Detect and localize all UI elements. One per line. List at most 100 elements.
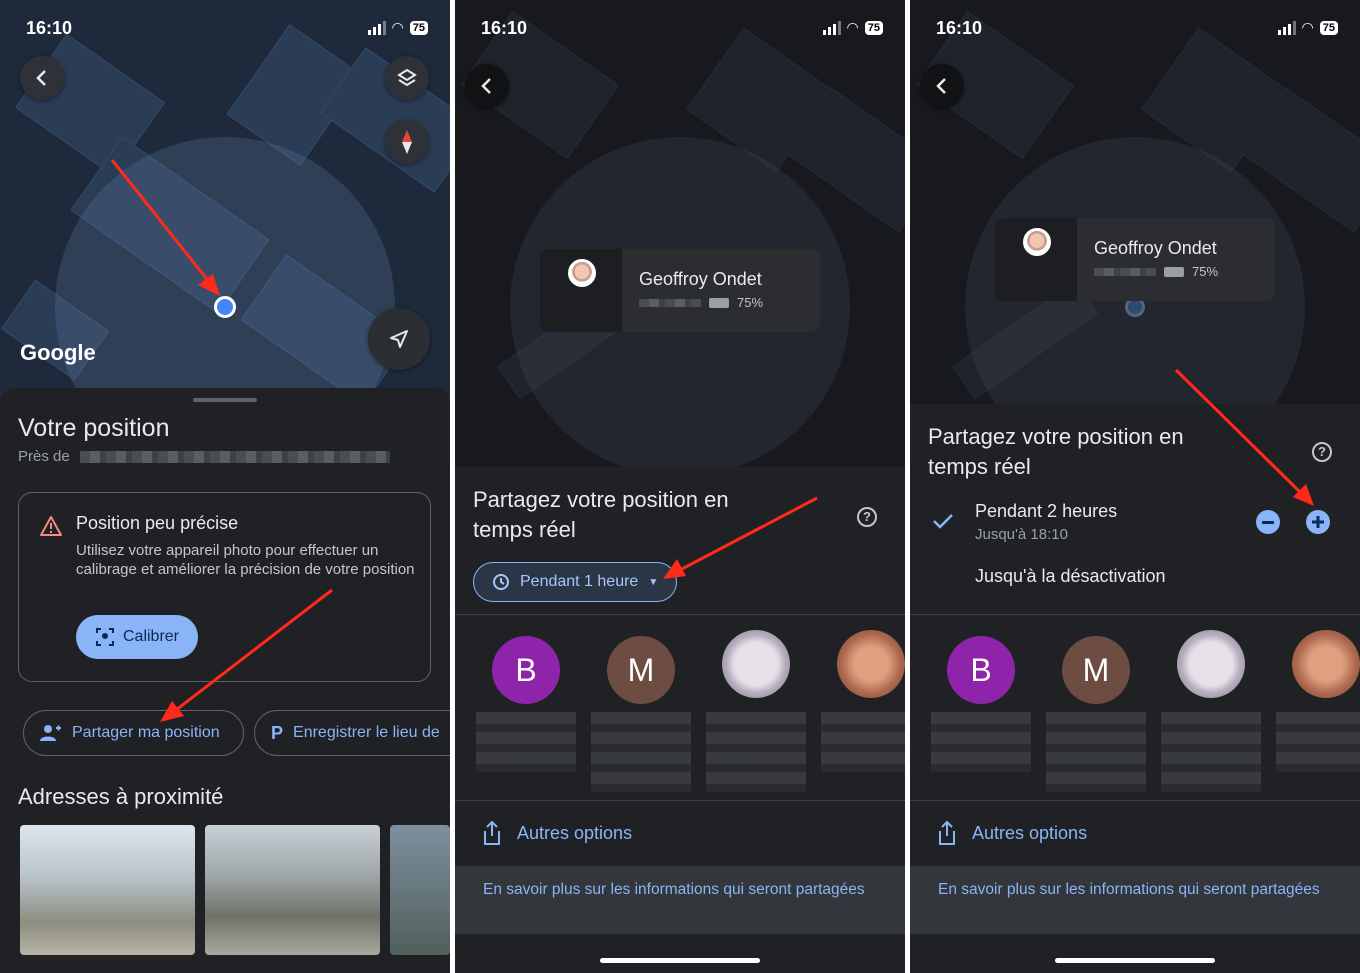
blurred-contact-name [706,712,806,792]
blurred-info [1094,267,1156,276]
nearby-thumbnails [20,825,450,955]
clock-icon [493,574,509,590]
avatar [1023,228,1051,256]
share-icon [484,820,500,845]
person-battery: 75% [737,295,764,310]
shared-person-card[interactable]: Geoffroy Ondet 75% [540,249,820,332]
screen-share-2h: 16:10 ◠ 75 Geoffroy Ondet 75% Partagez v… [910,0,1360,973]
battery-icon: 75 [864,20,883,35]
nearby-thumb[interactable] [20,825,195,955]
chevron-down-icon: ▼ [648,576,659,588]
help-icon[interactable]: ? [1312,442,1332,462]
google-logo: Google [20,340,96,365]
divider [910,614,1360,615]
share-location-label: Partager ma position [72,724,220,741]
save-parking-chip[interactable]: P Enregistrer le lieu de [254,710,450,756]
layers-icon [397,68,417,87]
minus-icon [1262,520,1274,524]
status-bar: 16:10 ◠ 75 [0,16,450,42]
warning-body: Utilisez votre appareil photo pour effec… [76,542,415,578]
screen-your-location: Google 16:10 ◠ 75 Votre position Près de… [0,0,450,973]
back-button[interactable] [465,64,509,108]
nearby-thumb[interactable] [205,825,380,955]
person-status: 75% [1094,264,1218,279]
blurred-contact-name [1161,712,1261,792]
status-bar: 16:10 ◠ 75 [910,16,1360,42]
signal-icon [1277,20,1296,35]
share-icon [939,820,955,845]
option-label: Pendant 2 heures [975,501,1118,521]
contact-avatar [722,630,790,698]
blurred-address [79,451,390,464]
avatar [568,259,596,287]
compass-button[interactable] [385,120,429,164]
plus-button[interactable] [1306,510,1330,534]
status-time: 16:10 [26,18,73,38]
back-icon [481,78,491,94]
other-options-button[interactable]: Autres options [455,800,905,866]
save-parking-label: Enregistrer le lieu de [293,724,440,741]
calibrate-button[interactable]: Calibrer [76,615,198,659]
blurred-contact-name [591,712,691,792]
warning-icon [40,516,62,536]
blurred-contact-name [821,712,905,772]
status-bar: 16:10 ◠ 75 [455,16,905,42]
sheet-handle[interactable] [193,398,257,402]
layers-button[interactable] [385,56,429,100]
duration-option-2h[interactable]: Pendant 2 heures Jusqu'à 18:10 [910,496,1360,552]
person-battery: 75% [1192,264,1219,279]
share-people-icon [40,725,61,741]
plus-icon [1312,516,1324,528]
other-options-label: Autres options [517,822,633,843]
nearby-title: Adresses à proximité [18,784,224,809]
contact-list: B M [455,630,905,795]
blurred-info [639,298,701,307]
contact-avatar: B [492,636,560,704]
status-time: 16:10 [936,18,983,38]
divider [455,614,905,615]
duration-dropdown[interactable]: Pendant 1 heure ▼ [473,562,678,602]
back-icon [936,78,946,94]
nearby-thumb[interactable] [390,825,450,955]
learn-more-link[interactable]: En savoir plus sur les informations qui … [910,866,1360,934]
other-options-label: Autres options [972,822,1088,843]
imprecise-location-card: Position peu précise Utilisez votre appa… [18,492,431,682]
navigate-button[interactable] [368,308,430,370]
contact-avatar [837,630,905,698]
blurred-contact-name [1276,712,1360,772]
duration-label: Pendant 1 heure [520,573,639,590]
share-title: Partagez votre position en temps réel [473,487,729,542]
status-time: 16:10 [481,18,528,38]
screen-share-1h: 16:10 ◠ 75 Geoffroy Ondet 75% Partagez v… [455,0,905,973]
signal-icon [822,20,841,35]
help-icon[interactable]: ? [857,507,877,527]
shared-person-card[interactable]: Geoffroy Ondet 75% [995,218,1275,301]
blurred-contact-name [931,712,1031,772]
learn-more-link[interactable]: En savoir plus sur les informations qui … [455,866,905,934]
person-name: Geoffroy Ondet [1094,238,1217,258]
blurred-contact-name [476,712,576,772]
warning-title: Position peu précise [76,513,239,533]
back-button[interactable] [920,64,964,108]
battery-icon: 75 [409,20,428,35]
battery-icon [709,297,729,308]
contact-avatar [1292,630,1360,698]
person-name: Geoffroy Ondet [639,269,762,289]
current-location-dot[interactable] [214,296,236,318]
option-until-off[interactable]: Jusqu'à la désactivation [975,566,1166,587]
map-view[interactable] [455,0,905,470]
near-prefix: Près de [18,448,70,465]
other-options-button[interactable]: Autres options [910,800,1360,866]
share-location-chip[interactable]: Partager ma position [23,710,244,756]
contact-avatar: B [947,636,1015,704]
minus-button[interactable] [1256,510,1280,534]
contact-avatar: M [1062,636,1130,704]
share-title: Partagez votre position en temps réel [928,424,1184,479]
battery-icon [1164,266,1184,277]
back-button[interactable] [20,56,64,100]
home-indicator[interactable] [1055,958,1215,963]
map-view[interactable] [910,0,1360,410]
home-indicator[interactable] [600,958,760,963]
contact-avatar: M [607,636,675,704]
person-status: 75% [639,295,763,310]
